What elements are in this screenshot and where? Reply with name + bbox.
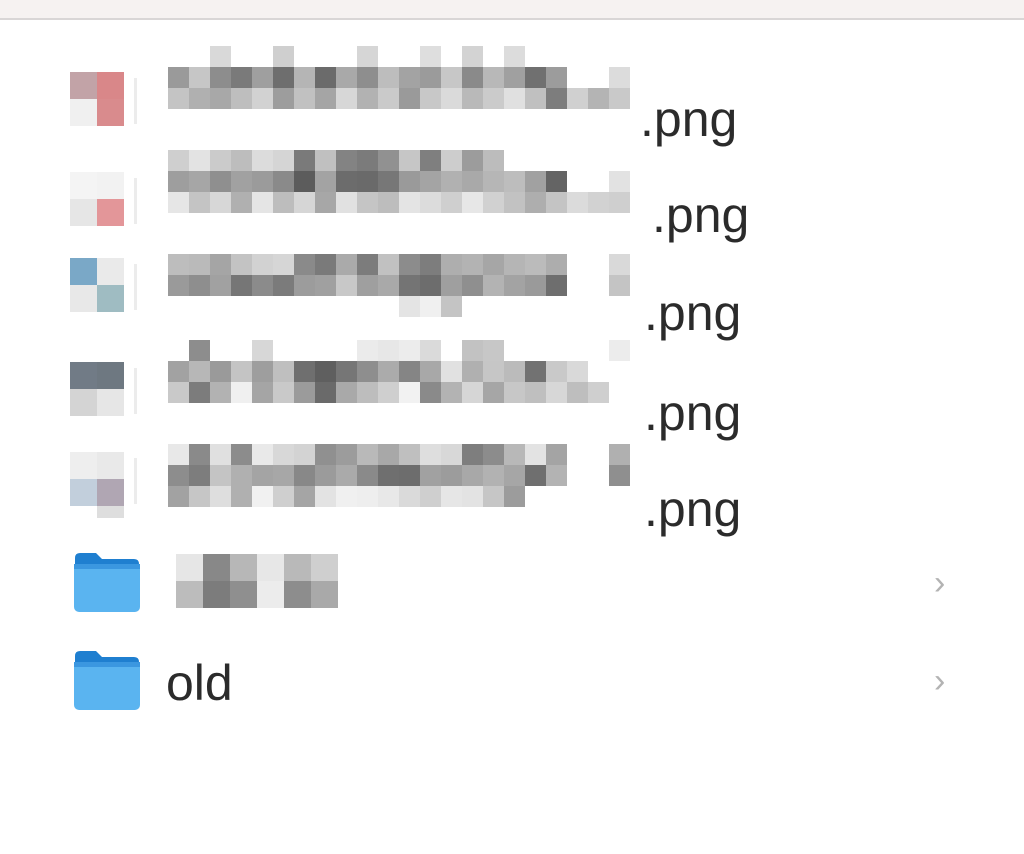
redacted-folder-name: [176, 554, 346, 612]
folder-row[interactable]: old ›: [0, 644, 1024, 742]
image-thumbnail: [70, 172, 137, 236]
image-thumbnail: [70, 452, 137, 518]
chevron-right-icon: ›: [934, 662, 946, 700]
folder-row[interactable]: ›: [0, 544, 1024, 642]
file-list: .png .png .png .png .png › old ›: [0, 20, 1024, 854]
folder-icon: [74, 651, 140, 710]
file-extension: .png: [640, 91, 738, 147]
redacted-filename: [168, 254, 638, 338]
redacted-filename: [168, 444, 638, 528]
chevron-right-icon: ›: [934, 564, 946, 602]
redacted-filename: [168, 46, 638, 130]
redacted-filename: [168, 150, 638, 234]
window-top-bar: [0, 0, 1024, 20]
image-thumbnail: [70, 72, 137, 136]
file-row[interactable]: .png: [0, 44, 1024, 147]
redacted-filename: [168, 340, 638, 424]
folder-icon: [74, 553, 140, 612]
file-extension: .png: [644, 285, 742, 341]
file-row[interactable]: .png: [0, 444, 1024, 542]
image-thumbnail: [70, 362, 137, 426]
folder-name: old: [166, 655, 233, 711]
file-extension: .png: [652, 187, 750, 243]
file-extension: .png: [644, 481, 742, 537]
file-row[interactable]: .png: [0, 340, 1024, 442]
image-thumbnail: [70, 258, 137, 322]
file-extension: .png: [644, 385, 742, 441]
file-row[interactable]: .png: [0, 244, 1024, 342]
file-row[interactable]: .png: [0, 144, 1024, 242]
